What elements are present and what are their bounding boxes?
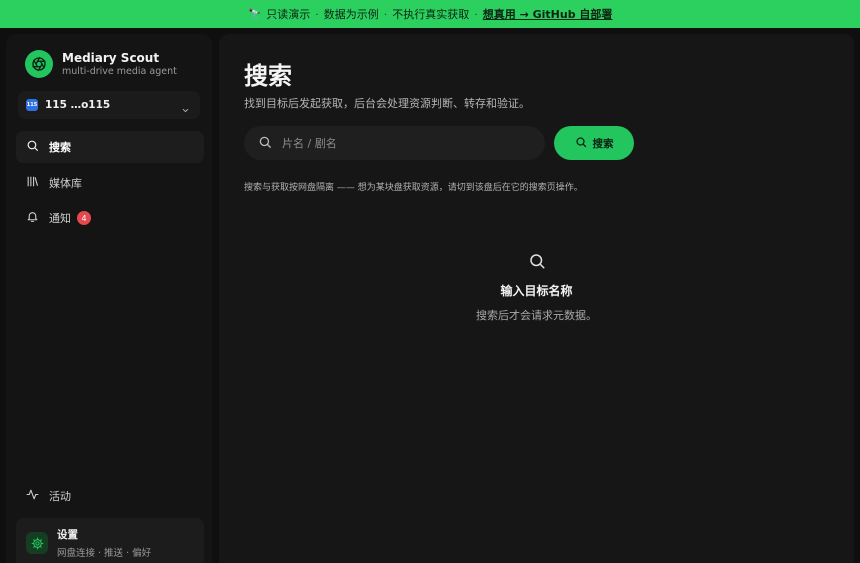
library-icon <box>26 175 39 191</box>
drive-isolation-hint: 搜索与获取按网盘隔离 —— 想为某块盘获取资源，请切到该盘后在它的搜索页操作。 <box>244 183 583 193</box>
github-deploy-link[interactable]: 想真用 → GitHub 自部署 <box>483 6 613 22</box>
search-box[interactable] <box>244 126 545 160</box>
empty-state: 输入目标名称 搜索后才会请求元数据。 <box>219 252 854 323</box>
banner-segment-readonly: 只读演示 <box>266 8 311 21</box>
separator-dot: · <box>383 7 388 21</box>
chevron-down-icon <box>181 100 190 119</box>
sidebar-item-library[interactable]: 媒体库 <box>16 167 204 199</box>
sidebar: Mediary Scout multi-drive media agent 11… <box>6 34 212 563</box>
settings-title: 设置 <box>57 529 78 541</box>
activity-icon <box>26 488 39 504</box>
empty-state-subtitle: 搜索后才会请求元数据。 <box>476 309 597 322</box>
drive-selector[interactable]: 115 115 …o115 <box>18 91 200 119</box>
demo-banner: 🔭 只读演示 · 数据为示例 · 不执行真实获取 · 想真用 → GitHub … <box>0 0 860 28</box>
search-icon <box>528 252 546 274</box>
search-icon <box>258 134 272 153</box>
main-panel: 搜索 找到目标后发起获取，后台会处理资源判断、转存和验证。 搜索 搜索与获取按网… <box>219 34 854 563</box>
search-input[interactable] <box>282 136 512 150</box>
search-icon <box>26 139 39 155</box>
brand-tagline: multi-drive media agent <box>62 66 177 77</box>
sidebar-item-activity[interactable]: 活动 <box>16 480 204 512</box>
empty-state-title: 输入目标名称 <box>500 284 573 298</box>
notification-count-badge: 4 <box>77 211 91 225</box>
banner-segment-noexec: 不执行真实获取 <box>392 8 470 21</box>
search-button-label: 搜索 <box>592 137 614 150</box>
aperture-logo-icon <box>25 50 53 78</box>
sidebar-item-label: 通知 <box>49 212 71 225</box>
drive-115-icon: 115 <box>26 99 38 111</box>
page-subtitle: 找到目标后发起获取，后台会处理资源判断、转存和验证。 <box>244 97 530 110</box>
settings-subtitle: 网盘连接 · 推送 · 偏好 <box>57 548 152 559</box>
search-button[interactable]: 搜索 <box>554 126 634 160</box>
banner-segment-sample: 数据为示例 <box>323 8 379 21</box>
brand-name: Mediary Scout <box>62 51 160 65</box>
bell-icon <box>26 210 39 226</box>
page-title: 搜索 <box>244 62 292 90</box>
separator-dot: · <box>474 7 478 21</box>
sidebar-item-search[interactable]: 搜索 <box>16 131 204 163</box>
drive-label: 115 …o115 <box>45 99 111 111</box>
separator-dot: · <box>315 7 319 21</box>
brand[interactable]: Mediary Scout multi-drive media agent <box>25 50 177 78</box>
sidebar-item-label: 搜索 <box>49 141 71 154</box>
sidebar-item-label: 媒体库 <box>49 177 82 190</box>
telescope-icon: 🔭 <box>247 7 262 21</box>
settings-card[interactable]: 设置 网盘连接 · 推送 · 偏好 <box>16 518 204 563</box>
sidebar-item-label: 活动 <box>49 490 71 503</box>
search-icon <box>575 136 587 151</box>
gear-icon <box>26 532 48 554</box>
sidebar-item-notifications[interactable]: 通知 4 <box>16 202 204 234</box>
